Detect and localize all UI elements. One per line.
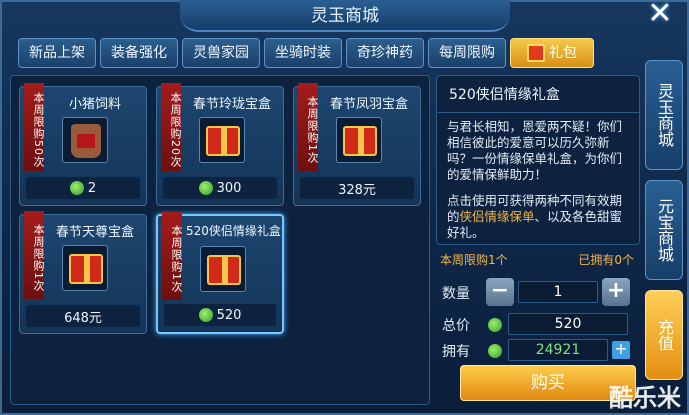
item-price: 2	[87, 180, 97, 196]
gift-box-icon	[206, 126, 240, 156]
detail-desc-2: 点击使用可获得两种不同有效期的侠侣情缘保单、以及各色甜蜜好礼。	[447, 193, 629, 241]
tab-gifts[interactable]: 礼包	[510, 38, 594, 68]
item-grid: 本周限购50次 小猪饲料 2 本周限购20次 春节玲珑宝盒 300 本周限购1次…	[10, 75, 430, 405]
tab-potions[interactable]: 奇珍神药	[346, 38, 424, 68]
item-icon-frame	[62, 245, 108, 291]
item-name: 春节凤羽宝盒	[329, 97, 408, 112]
plus-button[interactable]: +	[602, 278, 630, 306]
window-title: 灵玉商城	[180, 0, 510, 32]
total-label: 总价	[442, 318, 470, 334]
balance-value: 24921	[508, 339, 608, 361]
tab-weekly[interactable]: 每周限购	[428, 38, 506, 68]
gift-icon	[527, 44, 545, 62]
limit-ribbon: 本周限购1次	[162, 212, 183, 300]
weekly-limit: 本周限购1个	[440, 253, 508, 267]
tab-gifts-label: 礼包	[549, 45, 577, 61]
item-card[interactable]: 本周限购50次 小猪饲料 2	[19, 83, 147, 206]
owned-count: 已拥有0个	[578, 253, 634, 267]
item-icon-frame	[199, 117, 245, 163]
limit-row: 本周限购1个 已拥有0个	[436, 251, 640, 269]
tab-mounts[interactable]: 坐骑时装	[264, 38, 342, 68]
limit-ribbon: 本周限购50次	[24, 83, 45, 171]
item-detail[interactable]: 520侠侣情缘礼盒 与君长相知，恩爱两不疑！你们相信彼此的爱意可以历久弥新吗？一…	[436, 75, 640, 245]
item-name: 春节天尊宝盒	[55, 225, 134, 240]
item-price: 328元	[338, 182, 376, 198]
detail-title: 520侠侣情缘礼盒	[437, 76, 639, 113]
limit-ribbon: 本周限购20次	[161, 83, 182, 171]
item-card[interactable]: 本周限购1次 春节凤羽宝盒 328元	[293, 83, 421, 206]
detail-desc-2-highlight: 侠侣情缘保单	[459, 209, 535, 224]
price-bar: 328元	[300, 177, 414, 199]
item-icon-frame	[336, 117, 382, 163]
item-price: 300	[216, 180, 242, 196]
category-tabs: 新品上架 装备强化 灵兽家园 坐骑时装 奇珍神药 每周限购 礼包	[18, 38, 594, 68]
gift-box-icon	[69, 254, 103, 284]
tab-pets[interactable]: 灵兽家园	[182, 38, 260, 68]
green-coin-icon	[69, 181, 84, 195]
add-balance-button[interactable]: +	[612, 341, 630, 359]
detail-description: 与君长相知，恩爱两不疑！你们相信彼此的爱意可以历久弥新吗？一份情缘保单礼盒，为你…	[437, 113, 639, 244]
item-icon-frame	[62, 117, 108, 163]
item-price: 520	[216, 307, 242, 323]
tab-new[interactable]: 新品上架	[18, 38, 96, 68]
gift-box-icon	[207, 255, 241, 285]
quantity-input[interactable]: 1	[518, 281, 598, 303]
price-bar: 520	[164, 304, 276, 326]
detail-panel: 520侠侣情缘礼盒 与君长相知，恩爱两不疑！你们相信彼此的爱意可以历久弥新吗？一…	[436, 75, 640, 405]
green-coin-icon	[198, 181, 213, 195]
watermark: 酷乐米	[609, 384, 681, 412]
item-name: 520侠侣情缘礼盒	[186, 224, 281, 238]
limit-ribbon: 本周限购1次	[298, 83, 319, 171]
green-coin-icon	[198, 308, 213, 322]
gift-box-icon	[343, 126, 377, 156]
feed-bag-icon	[71, 124, 101, 158]
price-bar: 648元	[26, 305, 140, 327]
detail-desc-1: 与君长相知，恩爱两不疑！你们相信彼此的爱意可以历久弥新吗？一份情缘保单礼盒，为你…	[447, 119, 623, 182]
item-name: 春节玲珑宝盒	[192, 97, 271, 112]
price-bar: 300	[163, 177, 277, 199]
item-card-selected[interactable]: 本周限购1次 520侠侣情缘礼盒 520	[156, 212, 284, 334]
side-tab-lingyu-shop[interactable]: 灵玉商城	[645, 60, 683, 170]
qty-label: 数量	[442, 286, 470, 302]
item-name: 小猪饲料	[68, 97, 121, 112]
side-tab-recharge[interactable]: 充值	[645, 290, 683, 380]
item-card[interactable]: 本周限购20次 春节玲珑宝盒 300	[156, 83, 284, 206]
side-tab-yuanbao-shop[interactable]: 元宝商城	[645, 180, 683, 280]
limit-ribbon: 本周限购1次	[24, 211, 45, 299]
close-icon[interactable]: ✕	[645, 0, 675, 30]
balance-label: 拥有	[442, 344, 470, 360]
item-icon-frame	[200, 246, 246, 292]
price-bar: 2	[26, 177, 140, 199]
green-coin-icon	[488, 318, 502, 332]
green-coin-icon	[488, 344, 502, 358]
item-price: 648元	[64, 310, 102, 326]
minus-button[interactable]: −	[486, 278, 514, 306]
item-card[interactable]: 本周限购1次 春节天尊宝盒 648元	[19, 211, 147, 334]
tab-enhance[interactable]: 装备强化	[100, 38, 178, 68]
total-price: 520	[508, 313, 628, 335]
